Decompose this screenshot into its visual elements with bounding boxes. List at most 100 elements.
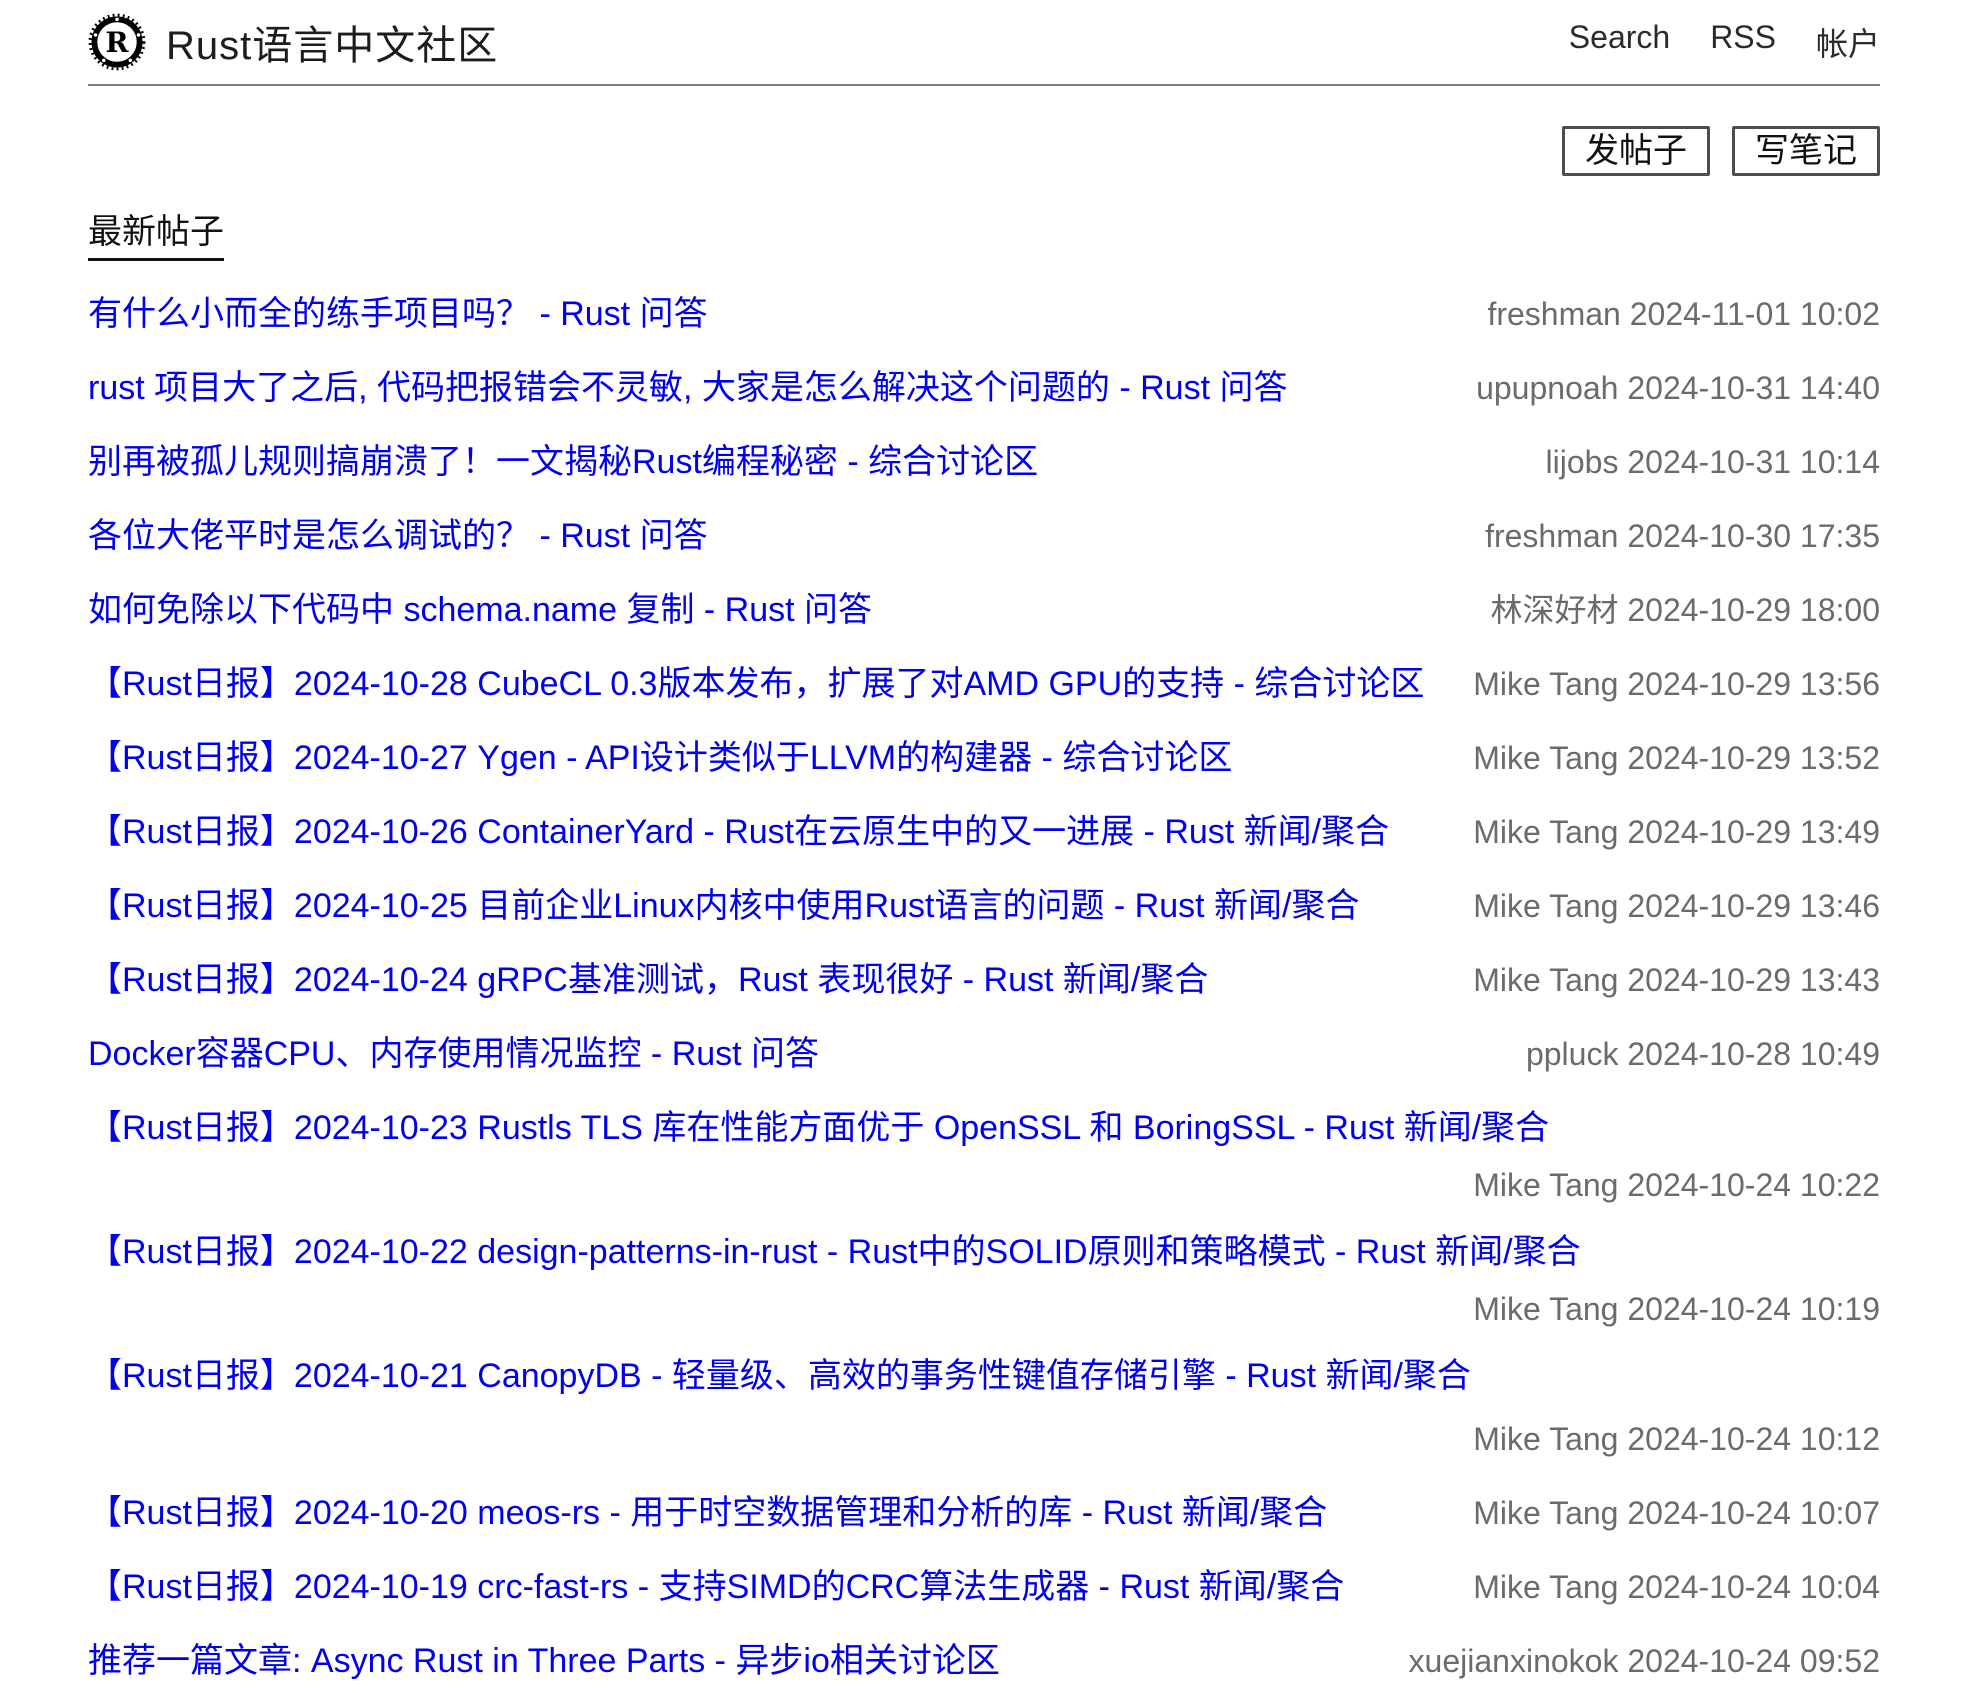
post-row: 别再被孤儿规则搞崩溃了！一文揭秘Rust编程秘密 - 综合讨论区 lijobs … — [88, 431, 1880, 494]
post-time: 2024-10-30 17:35 — [1627, 518, 1880, 554]
post-row: 各位大佬平时是怎么调试的？ - Rust 问答 freshman 2024-10… — [88, 505, 1880, 568]
post-title-link[interactable]: 【Rust日报】2024-10-19 crc-fast-rs - 支持SIMD的… — [88, 1556, 1344, 1619]
post-time: 2024-10-29 18:00 — [1627, 592, 1880, 628]
post-author: Mike Tang — [1473, 1421, 1618, 1457]
post-author: Mike Tang — [1473, 666, 1618, 702]
post-row: rust 项目大了之后, 代码把报错会不灵敏, 大家是怎么解决这个问题的 - R… — [88, 357, 1880, 420]
post-title-link[interactable]: 别再被孤儿规则搞崩溃了！一文揭秘Rust编程秘密 - 综合讨论区 — [88, 431, 1038, 494]
site-title: Rust语言中文社区 — [166, 13, 498, 71]
post-author: upupnoah — [1476, 370, 1618, 406]
post-time: 2024-10-28 10:49 — [1627, 1036, 1880, 1072]
post-title-link[interactable]: 【Rust日报】2024-10-20 meos-rs - 用于时空数据管理和分析… — [88, 1482, 1327, 1545]
post-row: Docker容器CPU、内存使用情况监控 - Rust 问答 ppluck 20… — [88, 1023, 1880, 1086]
post-author: lijobs — [1546, 444, 1619, 480]
post-author: Mike Tang — [1473, 1495, 1618, 1531]
post-author: Mike Tang — [1473, 740, 1618, 776]
post-row: 【Rust日报】2024-10-19 crc-fast-rs - 支持SIMD的… — [88, 1556, 1880, 1619]
post-title-link[interactable]: 【Rust日报】2024-10-22 design-patterns-in-ru… — [88, 1221, 1581, 1284]
post-row: 有什么小而全的练手项目吗？ - Rust 问答 freshman 2024-11… — [88, 283, 1880, 346]
post-title-link[interactable]: 【Rust日报】2024-10-23 Rustls TLS 库在性能方面优于 O… — [88, 1097, 1549, 1160]
post-author: Mike Tang — [1473, 1291, 1618, 1327]
post-time: 2024-11-01 10:02 — [1630, 296, 1880, 332]
header-nav: Search RSS 帐户 — [1569, 19, 1880, 65]
post-author: Mike Tang — [1473, 962, 1618, 998]
post-time: 2024-10-24 09:52 — [1627, 1643, 1880, 1679]
post-author: 林深好材 — [1490, 592, 1618, 628]
post-title-link[interactable]: rust 项目大了之后, 代码把报错会不灵敏, 大家是怎么解决这个问题的 - R… — [88, 357, 1287, 420]
svg-text:R: R — [105, 26, 129, 59]
section-heading-wrap: 最新帖子 — [88, 204, 1880, 261]
latest-posts-heading[interactable]: 最新帖子 — [88, 204, 224, 261]
post-meta: ppluck 2024-10-28 10:49 — [1498, 1023, 1880, 1086]
post-row: 【Rust日报】2024-10-24 gRPC基准测试，Rust 表现很好 - … — [88, 949, 1880, 1012]
post-title-link[interactable]: 推荐一篇文章: Async Rust in Three Parts - 异步io… — [88, 1630, 1000, 1693]
post-meta: Mike Tang 2024-10-24 10:19 — [88, 1284, 1880, 1334]
nav-account-link[interactable]: 帐户 — [1816, 19, 1880, 65]
header: R Rust语言中文社区 Search RSS 帐户 — [88, 0, 1880, 86]
post-row: 【Rust日报】2024-10-21 CanopyDB - 轻量级、高效的事务性… — [88, 1345, 1880, 1471]
rust-logo-icon: R — [88, 13, 146, 71]
post-author: xuejianxinokok — [1409, 1643, 1619, 1679]
post-row: 【Rust日报】2024-10-22 design-patterns-in-ru… — [88, 1221, 1880, 1334]
post-row: 【Rust日报】2024-10-23 Rustls TLS 库在性能方面优于 O… — [88, 1097, 1880, 1210]
post-time: 2024-10-29 13:52 — [1627, 740, 1880, 776]
post-time: 2024-10-29 13:56 — [1627, 666, 1880, 702]
post-title-link[interactable]: 【Rust日报】2024-10-27 Ygen - API设计类似于LLVM的构… — [88, 727, 1232, 790]
post-row: 推荐一篇文章: Async Rust in Three Parts - 异步io… — [88, 1630, 1880, 1693]
post-meta: Mike Tang 2024-10-29 13:52 — [1445, 727, 1880, 790]
post-time: 2024-10-29 13:49 — [1627, 814, 1880, 850]
nav-rss-link[interactable]: RSS — [1710, 19, 1776, 65]
post-meta: upupnoah 2024-10-31 14:40 — [1448, 357, 1880, 420]
new-note-button[interactable]: 写笔记 — [1732, 126, 1880, 176]
post-meta: Mike Tang 2024-10-29 13:56 — [1445, 653, 1880, 716]
post-author: Mike Tang — [1473, 1167, 1618, 1203]
post-meta: Mike Tang 2024-10-24 10:04 — [1445, 1556, 1880, 1619]
post-title-link[interactable]: 有什么小而全的练手项目吗？ - Rust 问答 — [88, 283, 708, 346]
post-author: ppluck — [1526, 1036, 1619, 1072]
action-buttons: 发帖子 写笔记 — [88, 126, 1880, 176]
post-time: 2024-10-24 10:07 — [1627, 1495, 1880, 1531]
post-author: Mike Tang — [1473, 1569, 1618, 1605]
post-title-link[interactable]: 【Rust日报】2024-10-21 CanopyDB - 轻量级、高效的事务性… — [88, 1345, 1471, 1408]
post-time: 2024-10-24 10:04 — [1627, 1569, 1880, 1605]
post-title-link[interactable]: 【Rust日报】2024-10-24 gRPC基准测试，Rust 表现很好 - … — [88, 949, 1208, 1012]
new-post-button[interactable]: 发帖子 — [1562, 126, 1710, 176]
post-author: Mike Tang — [1473, 888, 1618, 924]
post-time: 2024-10-24 10:12 — [1627, 1421, 1880, 1457]
post-title-link[interactable]: 如何免除以下代码中 schema.name 复制 - Rust 问答 — [88, 579, 872, 642]
post-title-link[interactable]: Docker容器CPU、内存使用情况监控 - Rust 问答 — [88, 1023, 819, 1086]
nav-search-link[interactable]: Search — [1569, 19, 1670, 65]
post-meta: freshman 2024-10-30 17:35 — [1457, 505, 1880, 568]
post-meta: Mike Tang 2024-10-24 10:12 — [1445, 1408, 1880, 1471]
post-meta: Mike Tang 2024-10-29 13:49 — [1445, 801, 1880, 864]
post-meta: Mike Tang 2024-10-29 13:46 — [1445, 875, 1880, 938]
post-meta: Mike Tang 2024-10-24 10:07 — [1445, 1482, 1880, 1545]
post-meta: freshman 2024-11-01 10:02 — [1459, 283, 1880, 346]
post-time: 2024-10-31 10:14 — [1627, 444, 1880, 480]
post-meta: Mike Tang 2024-10-29 13:43 — [1445, 949, 1880, 1012]
post-row: 【Rust日报】2024-10-27 Ygen - API设计类似于LLVM的构… — [88, 727, 1880, 790]
post-title-link[interactable]: 【Rust日报】2024-10-26 ContainerYard - Rust在… — [88, 801, 1389, 864]
post-meta: Mike Tang 2024-10-24 10:22 — [88, 1160, 1880, 1210]
post-time: 2024-10-31 14:40 — [1627, 370, 1880, 406]
post-time: 2024-10-29 13:43 — [1627, 962, 1880, 998]
post-row: 【Rust日报】2024-10-25 目前企业Linux内核中使用Rust语言的… — [88, 875, 1880, 938]
post-meta: lijobs 2024-10-31 10:14 — [1518, 431, 1880, 494]
post-author: freshman — [1487, 296, 1620, 332]
post-row: 【Rust日报】2024-10-26 ContainerYard - Rust在… — [88, 801, 1880, 864]
home-link[interactable]: R — [88, 13, 146, 71]
post-row: 【Rust日报】2024-10-20 meos-rs - 用于时空数据管理和分析… — [88, 1482, 1880, 1545]
post-time: 2024-10-24 10:19 — [1627, 1291, 1880, 1327]
post-meta: 林深好材 2024-10-29 18:00 — [1462, 579, 1880, 642]
post-author: Mike Tang — [1473, 814, 1618, 850]
post-row: 【Rust日报】2024-10-28 CubeCL 0.3版本发布，扩展了对AM… — [88, 653, 1880, 716]
post-list: 有什么小而全的练手项目吗？ - Rust 问答 freshman 2024-11… — [88, 283, 1880, 1693]
post-author: freshman — [1485, 518, 1618, 554]
post-time: 2024-10-29 13:46 — [1627, 888, 1880, 924]
post-title-link[interactable]: 【Rust日报】2024-10-25 目前企业Linux内核中使用Rust语言的… — [88, 875, 1359, 938]
post-title-link[interactable]: 各位大佬平时是怎么调试的？ - Rust 问答 — [88, 505, 708, 568]
post-title-link[interactable]: 【Rust日报】2024-10-28 CubeCL 0.3版本发布，扩展了对AM… — [88, 653, 1424, 716]
post-time: 2024-10-24 10:22 — [1627, 1167, 1880, 1203]
post-row: 如何免除以下代码中 schema.name 复制 - Rust 问答 林深好材 … — [88, 579, 1880, 642]
page-container: R Rust语言中文社区 Search RSS 帐户 发帖子 写笔记 最新帖子 … — [0, 0, 1986, 1693]
